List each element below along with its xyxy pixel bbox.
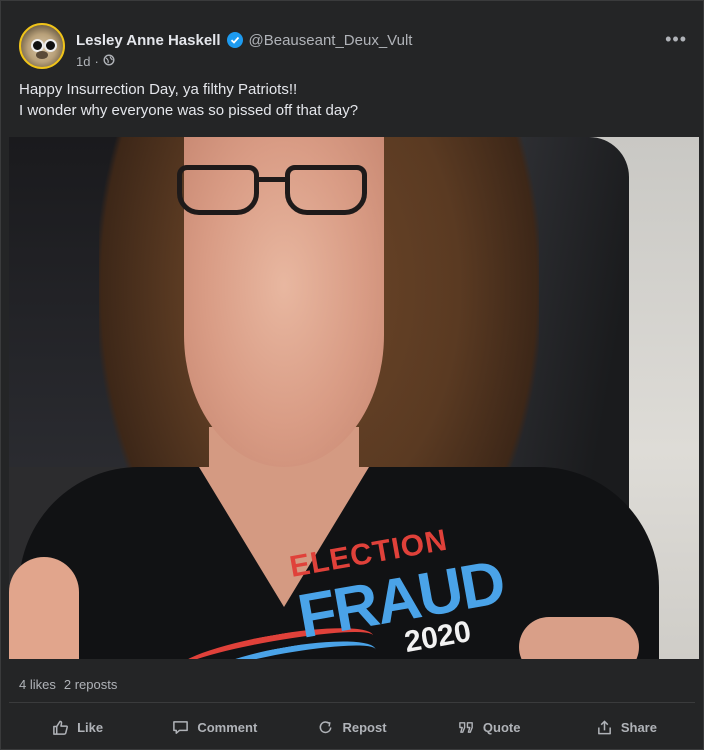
author-handle[interactable]: @Beauseant_Deux_Vult <box>249 32 413 49</box>
post-text-line: Happy Insurrection Day, ya filthy Patrio… <box>19 81 298 98</box>
verified-badge-icon <box>226 32 243 48</box>
post-photo[interactable]: ELECTION FRAUD 2020 <box>9 137 699 659</box>
avatar[interactable] <box>19 23 65 69</box>
like-button[interactable]: Like <box>9 706 146 748</box>
share-icon <box>597 720 611 734</box>
author-row: Lesley Anne Haskell @Beauseant_Deux_Vult <box>76 30 412 50</box>
avatar-eye <box>44 39 57 52</box>
share-button[interactable]: Share <box>558 706 695 748</box>
repost-icon <box>320 720 332 733</box>
divider <box>9 702 695 703</box>
repost-button[interactable]: Repost <box>283 706 420 748</box>
repost-label: Repost <box>342 719 387 735</box>
reposts-count[interactable]: 2 reposts <box>64 677 117 692</box>
photo-arm <box>9 557 79 659</box>
photo-glasses <box>177 165 377 225</box>
post-stats: 4 likes 2 reposts <box>19 677 117 692</box>
post-text: Happy Insurrection Day, ya filthy Patrio… <box>19 79 685 121</box>
photo-arm-right <box>519 617 639 659</box>
like-label: Like <box>77 719 104 735</box>
thumbs-up-icon <box>53 720 69 735</box>
meta-separator: · <box>94 53 99 69</box>
comment-label: Comment <box>197 719 258 735</box>
post-card: Lesley Anne Haskell @Beauseant_Deux_Vult… <box>0 0 704 750</box>
more-horizontal-icon[interactable]: ••• <box>665 29 687 50</box>
comment-button[interactable]: Comment <box>146 706 283 748</box>
quote-icon <box>459 721 473 733</box>
quote-label: Quote <box>482 719 521 735</box>
post-text-line: I wonder why everyone was so pissed off … <box>19 102 359 119</box>
comment-icon <box>173 720 189 734</box>
post-header: Lesley Anne Haskell @Beauseant_Deux_Vult… <box>19 21 687 71</box>
post-meta: 1d · <box>76 53 115 69</box>
likes-count[interactable]: 4 likes <box>19 677 56 692</box>
quote-button[interactable]: Quote <box>421 706 558 748</box>
author-name[interactable]: Lesley Anne Haskell <box>76 32 221 49</box>
action-bar: Like Comment Repost Quote Share <box>9 706 695 748</box>
share-label: Share <box>620 719 657 735</box>
avatar-snout <box>36 51 48 59</box>
post-time[interactable]: 1d <box>76 54 90 69</box>
globe-icon <box>103 53 115 69</box>
